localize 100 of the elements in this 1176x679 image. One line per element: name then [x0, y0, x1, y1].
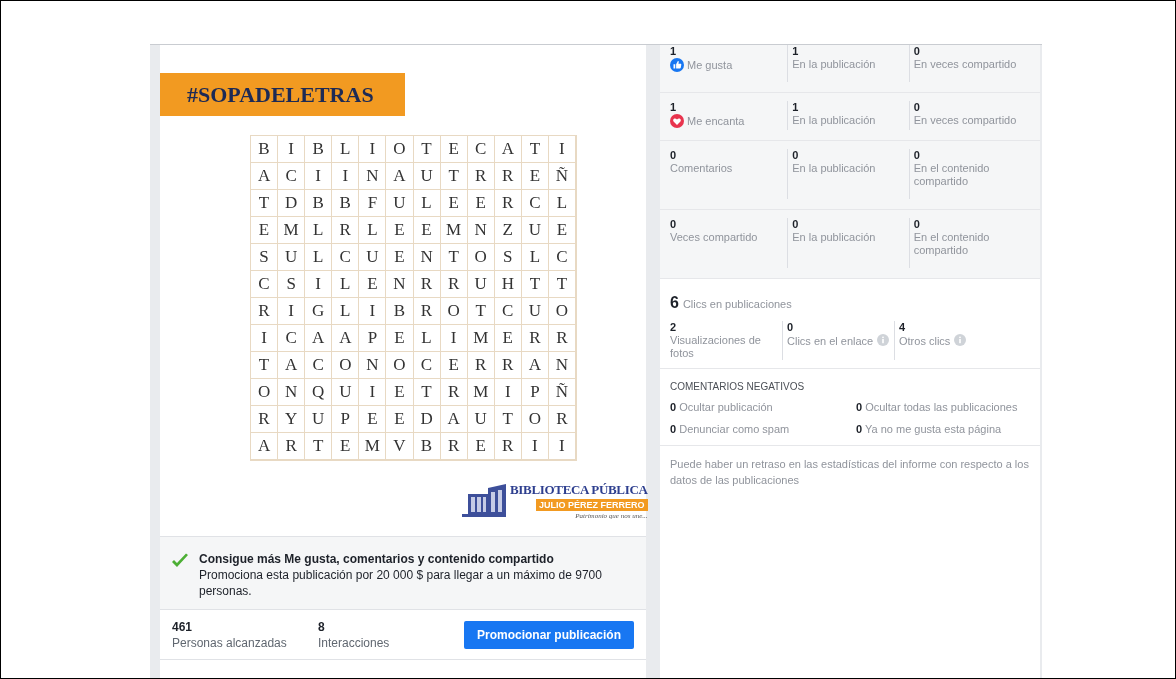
metric-label: En veces compartido — [913, 58, 1018, 71]
letter-cell: A — [305, 325, 333, 352]
letter-cell: I — [494, 379, 522, 406]
hashtag-banner: #SOPADELETRAS — [160, 73, 405, 116]
letter-cell: C — [413, 352, 441, 379]
letter-cell: C — [548, 244, 576, 271]
metric-value: 0 — [670, 149, 678, 162]
letter-cell: T — [521, 136, 549, 163]
letter-cell: U — [386, 190, 414, 217]
summary-label: Interacciones — [318, 634, 391, 651]
letter-cell: I — [251, 325, 279, 352]
promote-button[interactable]: Promocionar publicación — [463, 620, 634, 649]
metric-label: Clics en el enlace — [787, 334, 890, 348]
letter-cell: D — [278, 190, 306, 217]
letter-cell: L — [332, 271, 360, 298]
letter-cell: E — [440, 190, 468, 217]
letter-cell: R — [467, 163, 495, 190]
letter-cell: L — [413, 325, 441, 352]
letter-cell: A — [251, 433, 279, 460]
letter-cell: A — [332, 325, 360, 352]
letter-cell: E — [413, 217, 441, 244]
letter-cell: U — [467, 406, 495, 433]
letter-cell: R — [494, 163, 522, 190]
metric-label: En veces compartido — [913, 114, 1018, 127]
letter-cell: Z — [494, 217, 522, 244]
negative-feedback-stat: 0 Ocultar todas las publicaciones — [856, 400, 1019, 415]
letter-cell: B — [305, 136, 333, 163]
letter-cell: E — [386, 406, 414, 433]
letter-cell: U — [359, 244, 387, 271]
letter-cell: C — [278, 325, 306, 352]
letter-cell: T — [467, 298, 495, 325]
thumbs-up-icon — [670, 58, 684, 72]
letter-cell: B — [332, 190, 360, 217]
letter-cell: I — [332, 163, 360, 190]
letter-cell: O — [521, 406, 549, 433]
letter-cell: T — [440, 163, 468, 190]
letter-cell: N — [386, 271, 414, 298]
metric-label: Veces compartido — [670, 231, 758, 244]
letter-cell: E — [494, 325, 522, 352]
negative-feedback-stat: 0 Ya no me gusta esta página — [856, 421, 1003, 437]
letter-cell: O — [440, 298, 468, 325]
logo-name: BIBLIOTECA PÚBLICA — [510, 481, 648, 499]
letter-cell: C — [521, 190, 549, 217]
letter-cell: O — [467, 244, 495, 271]
letter-cell: E — [386, 217, 414, 244]
letter-cell: M — [278, 217, 306, 244]
letter-cell: A — [278, 352, 306, 379]
letter-cell: L — [548, 190, 576, 217]
letter-cell: L — [332, 136, 360, 163]
letter-cell: E — [521, 163, 549, 190]
letter-cell: P — [332, 406, 360, 433]
letter-cell: L — [305, 217, 333, 244]
letter-cell: T — [413, 136, 441, 163]
metric-value: 4 — [899, 321, 907, 334]
letter-cell: A — [521, 352, 549, 379]
letter-cell: C — [251, 271, 279, 298]
letter-cell: I — [305, 271, 333, 298]
letter-cell: E — [467, 190, 495, 217]
letter-cell: L — [332, 298, 360, 325]
metric-label: Visualizaciones de fotos — [670, 334, 762, 360]
metric-label: En la publicación — [792, 162, 877, 175]
letter-cell: O — [386, 136, 414, 163]
metric-value: 1 — [792, 101, 800, 114]
letter-cell: C — [467, 136, 495, 163]
letter-cell: R — [251, 406, 279, 433]
letter-cell: A — [440, 406, 468, 433]
letter-cell: B — [305, 190, 333, 217]
letter-cell: E — [386, 325, 414, 352]
letter-cell: T — [305, 433, 333, 460]
letter-cell: T — [440, 244, 468, 271]
letter-cell: N — [359, 352, 387, 379]
letter-cell: O — [386, 352, 414, 379]
info-icon[interactable] — [954, 334, 967, 346]
section-title: COMENTARIOS NEGATIVOS — [670, 380, 806, 394]
letter-cell: R — [494, 190, 522, 217]
letter-cell: E — [386, 244, 414, 271]
letter-cell: R — [494, 433, 522, 460]
letter-cell: L — [359, 217, 387, 244]
letter-cell: O — [251, 379, 279, 406]
letter-cell: E — [548, 217, 576, 244]
info-icon[interactable] — [877, 334, 890, 346]
metric-label: En la publicación — [792, 231, 877, 244]
letter-cell: N — [278, 379, 306, 406]
clicks-total: 6 — [670, 293, 679, 313]
metric-value: 0 — [792, 149, 800, 162]
letter-cell: D — [413, 406, 441, 433]
metric-label: Me gusta — [687, 58, 733, 72]
letter-cell: P — [359, 325, 387, 352]
letter-cell: Ñ — [548, 379, 576, 406]
letter-cell: L — [521, 244, 549, 271]
summary-label: Personas alcanzadas — [172, 634, 288, 651]
letter-cell: I — [305, 163, 333, 190]
letter-cell: A — [386, 163, 414, 190]
letter-cell: R — [440, 379, 468, 406]
metric-label: En la publicación — [792, 114, 877, 127]
letter-cell: L — [305, 244, 333, 271]
metric-value: 0 — [913, 149, 921, 162]
letter-cell: M — [467, 325, 495, 352]
letter-cell: T — [521, 271, 549, 298]
letter-cell: C — [494, 298, 522, 325]
